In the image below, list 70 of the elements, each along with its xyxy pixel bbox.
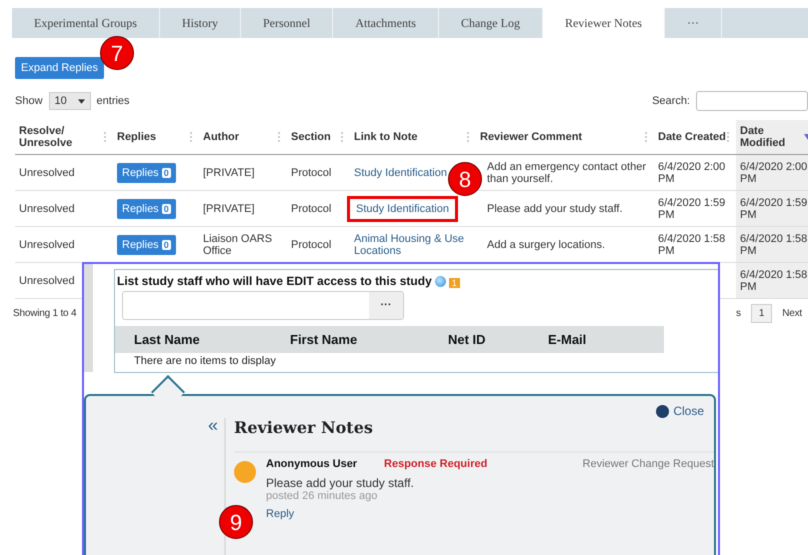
table-cell: Liaison OARS Office — [203, 232, 272, 256]
table-cell: 6/4/2020 2:00 PM — [658, 160, 726, 184]
caret-icon — [78, 98, 85, 104]
table-cell: Please add your study staff. — [487, 202, 623, 214]
table-info: Showing 1 to 4 — [13, 308, 76, 319]
column-header: Net ID — [448, 332, 487, 347]
reply-link[interactable]: Reply — [266, 508, 294, 520]
table-cell: Add an emergency contact other than yourself. — [487, 160, 646, 184]
replies-button[interactable]: Replies 0 — [117, 198, 176, 218]
note-author: Anonymous User — [266, 458, 358, 470]
next-link[interactable]: Next — [782, 308, 802, 319]
empty-message: There are no items to display — [134, 355, 277, 367]
column-header[interactable]: Resolve/ Unresolve — [19, 125, 104, 149]
column-header[interactable]: Section — [291, 131, 331, 143]
table-cell: Protocol — [291, 238, 332, 250]
table-cell: 6/4/2020 2:00 PM — [740, 160, 808, 184]
tab[interactable]: ··· — [664, 8, 722, 38]
highlighted-link[interactable]: Study Identification — [347, 196, 458, 222]
search-field[interactable] — [696, 91, 808, 111]
table-cell: Unresolved — [19, 166, 75, 178]
info-icon[interactable] — [434, 276, 446, 286]
table-cell: [PRIVATE] — [203, 166, 255, 178]
close-button[interactable]: Close — [656, 404, 704, 418]
column-header[interactable]: Date Created — [658, 131, 726, 143]
table-cell: 6/4/2020 1:58 PM — [740, 232, 808, 256]
tab[interactable]: Attachments — [333, 8, 439, 38]
table-cell: Unresolved — [19, 202, 75, 214]
step-number-badge: 8 — [448, 162, 482, 196]
replies-button[interactable]: Replies 0 — [117, 234, 176, 254]
table-cell: Protocol — [291, 202, 332, 214]
table-cell: [PRIVATE] — [203, 202, 255, 214]
entries-dropdown[interactable]: 10 — [48, 92, 91, 110]
avatar-icon — [234, 461, 256, 483]
note-status: Response Required — [384, 458, 488, 470]
replies-button[interactable]: Replies 0 — [117, 162, 176, 182]
table-cell: 6/4/2020 1:58 PM — [740, 268, 808, 292]
column-header[interactable]: Reviewer Comment — [480, 131, 582, 143]
entries-label: entries — [96, 95, 130, 107]
table-cell: Protocol — [291, 166, 332, 178]
note-timestamp: posted 26 minutes ago — [266, 490, 378, 502]
step-number-badge: 7 — [100, 36, 134, 70]
table-cell: Add a surgery locations. — [487, 238, 606, 250]
show-label: Show — [15, 95, 43, 107]
page-button[interactable]: 1 — [750, 304, 772, 323]
collapse-button[interactable]: « — [208, 418, 218, 555]
column-header[interactable]: Author — [203, 131, 240, 143]
column-header: Last Name — [134, 332, 201, 347]
column-header[interactable]: Replies — [117, 131, 156, 143]
column-header: E-Mail — [548, 332, 586, 347]
table-cell: Unresolved — [19, 274, 75, 286]
note-link[interactable]: Study Identification — [354, 166, 447, 178]
tab[interactable]: Personnel — [240, 8, 334, 38]
lookup-button[interactable]: ··· — [369, 292, 403, 319]
staff-lookup-field[interactable]: ··· — [122, 291, 404, 320]
panel-title: Reviewer Notes — [234, 418, 714, 453]
tab[interactable]: Reviewer Notes — [542, 8, 665, 38]
question-label: List study staff who will have EDIT access to this study — [117, 274, 432, 288]
table-cell: 6/4/2020 1:59 PM — [740, 196, 808, 220]
table-cell: 6/4/2020 1:58 PM — [658, 232, 726, 256]
search-label: Search: — [652, 95, 690, 107]
expand-replies-button[interactable]: Expand Replies — [15, 57, 104, 79]
table-cell: 6/4/2020 1:59 PM — [658, 196, 726, 220]
previous-link[interactable]: s — [736, 308, 741, 319]
note-link[interactable]: Animal Housing & Use Locations — [354, 232, 472, 256]
column-header[interactable]: Link to Note — [354, 131, 418, 143]
note-text: Please add your study staff. — [266, 476, 415, 490]
table-cell: Unresolved — [19, 238, 75, 250]
tab[interactable]: History — [160, 8, 241, 38]
column-header: First Name — [290, 332, 358, 347]
note-type: Reviewer Change Request — [582, 458, 714, 470]
